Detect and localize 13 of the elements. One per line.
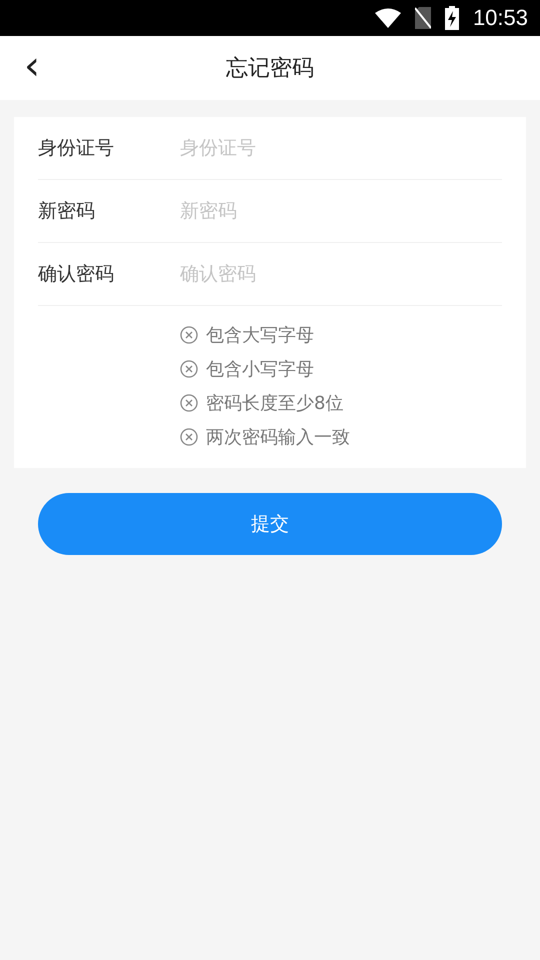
rule-text: 密码长度至少8位 (206, 392, 344, 415)
battery-charging-icon (444, 6, 459, 30)
rule-text: 两次密码输入一致 (206, 426, 350, 449)
back-button[interactable]: ‹ (18, 46, 46, 86)
no-sim-icon (414, 7, 431, 29)
wifi-icon (374, 8, 401, 28)
rule-text: 包含小写字母 (206, 358, 314, 381)
rule-text: 包含大写字母 (206, 324, 314, 347)
page-title: 忘记密码 (226, 55, 314, 83)
field-label: 确认密码 (38, 262, 115, 287)
clock: 10:53 (472, 5, 528, 31)
field-label: 身份证号 (38, 136, 115, 161)
field-label: 新密码 (38, 199, 96, 224)
